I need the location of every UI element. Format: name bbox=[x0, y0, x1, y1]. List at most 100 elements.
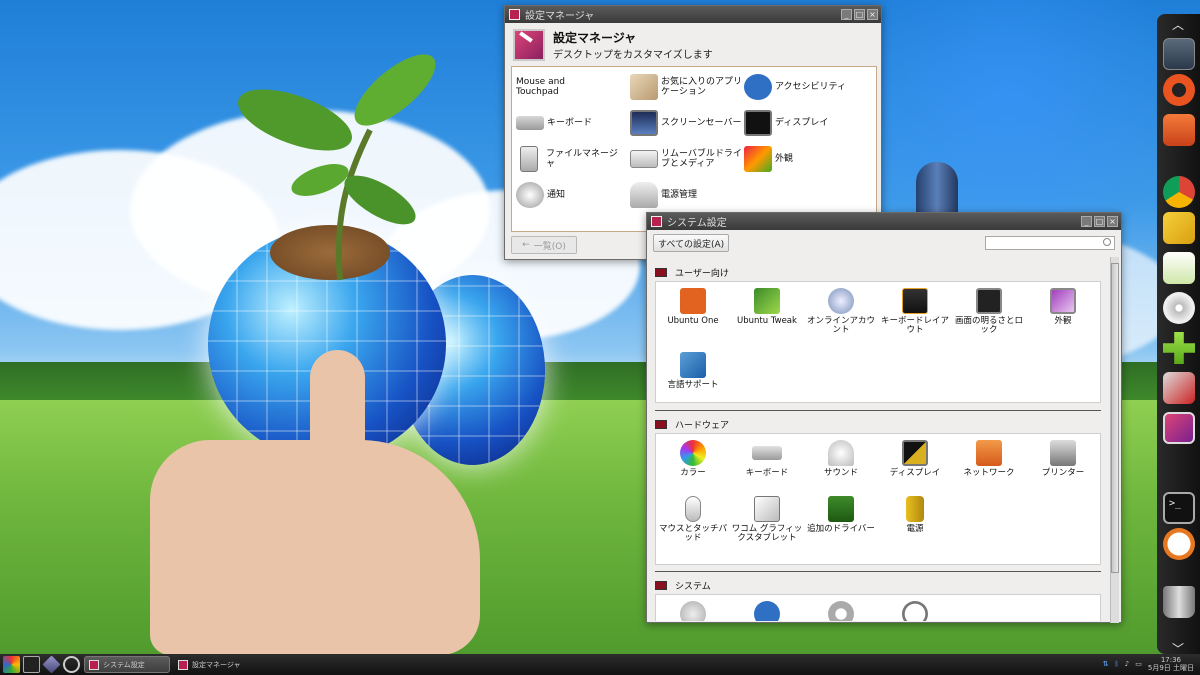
section-header-personal: ユーザー向け bbox=[655, 263, 729, 281]
settings-manager-icon[interactable] bbox=[1163, 412, 1195, 444]
terminal-icon[interactable]: >_ bbox=[1163, 492, 1195, 524]
sm-item-keyboard[interactable]: キーボード bbox=[516, 107, 634, 139]
settings-tools-icon[interactable] bbox=[1163, 372, 1195, 404]
sm-item-screensaver[interactable]: スクリーンセーバー bbox=[630, 107, 748, 139]
ss-item-ubuntu-tweak[interactable]: Ubuntu Tweak bbox=[730, 288, 804, 326]
launcher-icon[interactable] bbox=[42, 655, 61, 674]
dock-scroll-down-icon[interactable]: ﹀ bbox=[1171, 643, 1185, 655]
file-folder-icon[interactable] bbox=[1163, 114, 1195, 146]
add-icon[interactable] bbox=[1163, 332, 1195, 364]
ubuntu-one-icon bbox=[680, 288, 706, 314]
ss-item-label: マウスとタッチパッド bbox=[658, 524, 727, 543]
system-tray: ⇅ ᛒ ♪ ▭ 17:36 5月9日 土曜日 bbox=[1103, 656, 1194, 672]
system-settings-titlebar[interactable]: システム設定 _ □ × bbox=[647, 213, 1121, 230]
maximize-button[interactable]: □ bbox=[1094, 216, 1105, 227]
sm-item-favorite-apps[interactable]: お気に入りのアプリケーション bbox=[630, 71, 748, 103]
ss-item-mouse-touchpad[interactable]: マウスとタッチパッド bbox=[656, 496, 730, 543]
ss-item-sound[interactable]: サウンド bbox=[804, 440, 878, 478]
ss-item-label: キーボードレイアウト bbox=[880, 316, 949, 335]
notes-icon[interactable] bbox=[1163, 252, 1195, 284]
minimize-button[interactable]: _ bbox=[1081, 216, 1092, 227]
ss-item-printer[interactable]: プリンター bbox=[1026, 440, 1100, 478]
ss-item-label: 外観 bbox=[1054, 316, 1072, 326]
section-title: ユーザー向け bbox=[675, 268, 729, 279]
ss-item-additional-drivers[interactable]: 追加のドライバー bbox=[804, 496, 878, 534]
clock-time: 17:36 bbox=[1160, 656, 1182, 664]
ss-item-brightness-lock[interactable]: 画面の明るさとロック bbox=[952, 288, 1026, 335]
maximize-button[interactable]: □ bbox=[854, 9, 865, 20]
language-support-icon bbox=[680, 352, 706, 378]
section-divider bbox=[655, 410, 1101, 411]
color-icon bbox=[680, 440, 706, 466]
ss-item-language-support[interactable]: 言語サポート bbox=[656, 352, 730, 390]
text-editor-icon[interactable] bbox=[1163, 212, 1195, 244]
close-button[interactable]: × bbox=[867, 9, 878, 20]
ubuntu-tweak-icon bbox=[754, 288, 780, 314]
sm-item-mouse-touchpad[interactable]: Mouse and Touchpad bbox=[516, 71, 634, 103]
network-tray-icon[interactable]: ⇅ bbox=[1103, 660, 1109, 668]
power-button-icon[interactable] bbox=[63, 656, 80, 673]
search-input[interactable] bbox=[985, 236, 1115, 250]
section-marker-icon bbox=[655, 419, 667, 429]
ss-item-keyboard[interactable]: キーボード bbox=[730, 440, 804, 478]
online-accounts-icon bbox=[828, 288, 854, 314]
app-menu-icon[interactable] bbox=[3, 656, 20, 673]
task-settings-manager[interactable]: 設定マネージャ bbox=[174, 656, 260, 673]
ss-item-wacom-tablet[interactable]: ワコム グラフィックスタブレット bbox=[730, 496, 804, 543]
settings-manager-window-title: 設定マネージャ bbox=[525, 11, 595, 22]
minimize-button[interactable]: _ bbox=[841, 9, 852, 20]
ss-item-details[interactable] bbox=[804, 601, 878, 621]
dock-scroll-up-icon[interactable]: ︿ bbox=[1171, 19, 1185, 31]
display-icon bbox=[902, 440, 928, 466]
sm-item-power-management[interactable]: 電源管理 bbox=[630, 179, 748, 211]
trash-icon[interactable] bbox=[1163, 586, 1195, 618]
ss-item-time-date[interactable] bbox=[878, 601, 952, 621]
sm-item-accessibility[interactable]: アクセシビリティ bbox=[744, 71, 862, 103]
clock-icon[interactable] bbox=[1163, 528, 1195, 560]
vertical-scrollbar[interactable] bbox=[1110, 257, 1119, 623]
accessibility-icon bbox=[744, 74, 772, 100]
ss-item-label: プリンター bbox=[1041, 468, 1085, 478]
section-marker-icon bbox=[655, 580, 667, 590]
back-to-overview-button[interactable]: ← 一覧(O) bbox=[511, 236, 577, 254]
ss-item-power[interactable]: 電源 bbox=[878, 496, 952, 534]
ss-item-online-accounts[interactable]: オンラインアカウント bbox=[804, 288, 878, 335]
favorite-apps-icon bbox=[630, 74, 658, 100]
sm-item-label: お気に入りのアプリケーション bbox=[661, 77, 743, 97]
ss-item-label: オンラインアカウント bbox=[806, 316, 875, 335]
ss-item-label: 電源 bbox=[906, 524, 924, 534]
ss-item-appearance[interactable]: 外観 bbox=[1026, 288, 1100, 326]
disc-icon[interactable] bbox=[1163, 292, 1195, 324]
sm-item-file-manager[interactable]: ファイルマネージャ bbox=[516, 143, 634, 175]
task-system-settings[interactable]: システム設定 bbox=[84, 656, 170, 673]
ss-item-network[interactable]: ネットワーク bbox=[952, 440, 1026, 478]
settings-manager-titlebar[interactable]: 設定マネージャ _ □ × bbox=[505, 6, 881, 23]
workspace-switcher-icon[interactable] bbox=[1163, 38, 1195, 70]
bluetooth-tray-icon[interactable]: ᛒ bbox=[1115, 660, 1119, 668]
side-dock: ︿ >_ ﹀ bbox=[1157, 14, 1200, 655]
ss-item-label: キーボード bbox=[745, 468, 789, 478]
task-icon bbox=[178, 659, 188, 670]
scrollbar-thumb[interactable] bbox=[1111, 263, 1119, 573]
ubuntu-logo-icon[interactable] bbox=[1163, 74, 1195, 106]
battery-tray-icon[interactable]: ▭ bbox=[1135, 660, 1142, 668]
ss-item-display[interactable]: ディスプレイ bbox=[878, 440, 952, 478]
task-label: システム設定 bbox=[103, 660, 145, 669]
ss-item-universal-access[interactable] bbox=[730, 601, 804, 621]
all-settings-button[interactable]: すべての設定(A) bbox=[653, 234, 730, 252]
sm-item-appearance[interactable]: 外観 bbox=[744, 143, 862, 175]
show-desktop-icon[interactable] bbox=[23, 656, 40, 673]
ss-item-ubuntu-one[interactable]: Ubuntu One bbox=[656, 288, 730, 326]
ss-item-keyboard-layout[interactable]: キーボードレイアウト bbox=[878, 288, 952, 335]
ss-item-color[interactable]: カラー bbox=[656, 440, 730, 478]
sm-item-notifications[interactable]: 通知 bbox=[516, 179, 634, 211]
sm-item-label: 通知 bbox=[547, 190, 566, 200]
sm-item-display[interactable]: ディスプレイ bbox=[744, 107, 862, 139]
clock[interactable]: 17:36 5月9日 土曜日 bbox=[1148, 656, 1194, 672]
close-button[interactable]: × bbox=[1107, 216, 1118, 227]
chrome-browser-icon[interactable] bbox=[1163, 176, 1195, 208]
volume-tray-icon[interactable]: ♪ bbox=[1125, 660, 1129, 668]
sm-item-removable-drives[interactable]: リムーバブルドライブとメディア bbox=[630, 143, 748, 175]
sm-item-label: ディスプレイ bbox=[775, 118, 829, 128]
ss-item-user-accounts[interactable] bbox=[656, 601, 730, 621]
